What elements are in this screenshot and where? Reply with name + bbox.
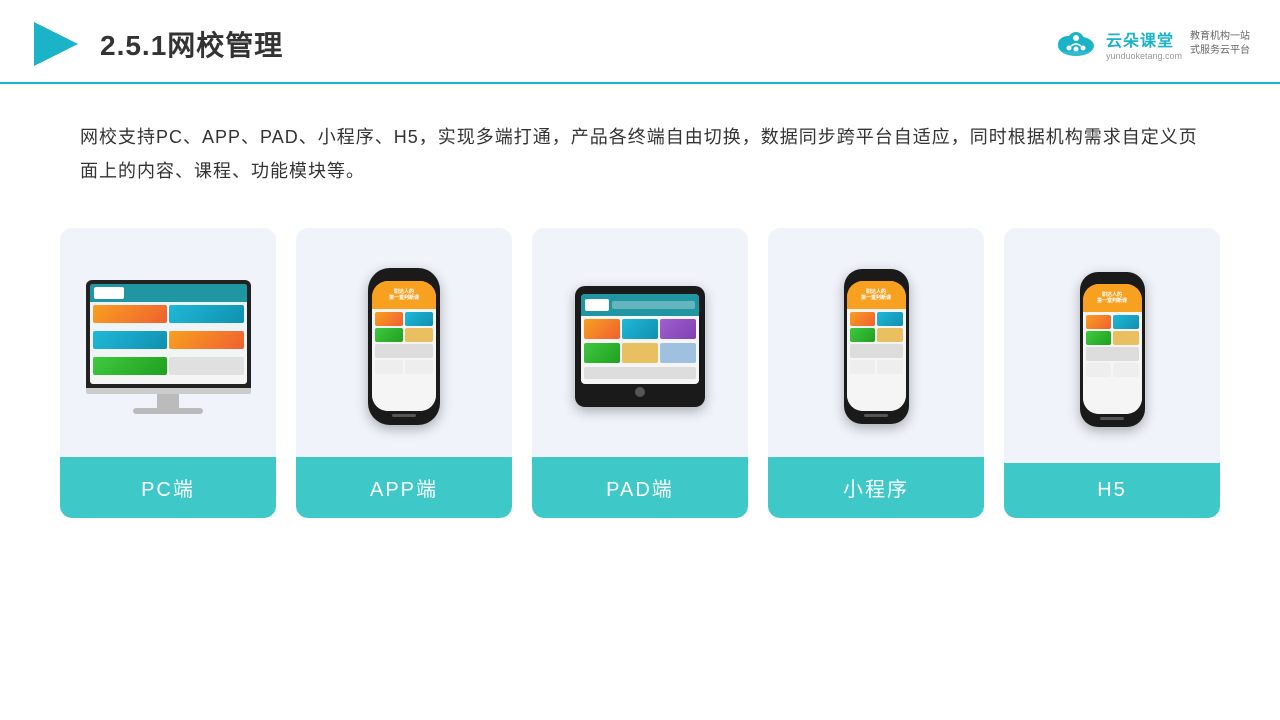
app-image-area: 职达人的第一堂判断课 <box>296 228 512 457</box>
pc-image-area <box>60 228 276 457</box>
h5-image-area: 职达人的第一堂判断课 <box>1004 228 1220 463</box>
h5-phone-screen: 职达人的第一堂判断课 <box>1083 284 1142 414</box>
h5-phone-mockup: 职达人的第一堂判断课 <box>1080 272 1145 427</box>
pad-label: PAD端 <box>532 457 748 518</box>
pc-monitor <box>86 280 251 414</box>
mini-phone-outer: 职达人的第一堂判断课 <box>844 269 909 424</box>
header: 2.5.1网校管理 云朵课堂 yunduoketang.com 教育机构一站 <box>0 0 1280 84</box>
app-phone-mockup: 职达人的第一堂判断课 <box>368 268 440 425</box>
monitor-screen <box>90 284 247 384</box>
pc-card: PC端 <box>60 228 276 518</box>
mini-label: 小程序 <box>768 457 984 518</box>
pad-tablet-outer <box>575 286 705 407</box>
pad-card: PAD端 <box>532 228 748 518</box>
phone-home-indicator <box>392 414 416 417</box>
app-phone-screen: 职达人的第一堂判断课 <box>372 281 436 411</box>
header-left: 2.5.1网校管理 <box>30 18 283 70</box>
brand-name: 云朵课堂 <box>1106 27 1174 51</box>
pc-label: PC端 <box>60 457 276 518</box>
app-phone-outer: 职达人的第一堂判断课 <box>368 268 440 425</box>
description-text: 网校支持PC、APP、PAD、小程序、H5，实现多端打通，产品各终端自由切换，数… <box>80 127 1198 181</box>
mini-notch <box>866 274 886 279</box>
h5-home-indicator <box>1100 417 1124 420</box>
h5-label: H5 <box>1004 463 1220 518</box>
mini-image-area: 职达人的第一堂判断课 <box>768 228 984 457</box>
mini-home-indicator <box>864 414 888 417</box>
app-label: APP端 <box>296 457 512 518</box>
h5-notch <box>1102 277 1122 282</box>
tablet-home-btn <box>635 387 645 397</box>
phone-notch <box>392 274 416 279</box>
brand-slogan: 教育机构一站 式服务云平台 <box>1190 30 1250 58</box>
h5-phone-outer: 职达人的第一堂判断课 <box>1080 272 1145 427</box>
logo-icon <box>30 18 82 70</box>
mini-card: 职达人的第一堂判断课 <box>768 228 984 518</box>
pad-tablet-mockup <box>575 286 705 407</box>
mini-phone-mockup: 职达人的第一堂判断课 <box>844 269 909 424</box>
mini-phone-screen: 职达人的第一堂判断课 <box>847 281 906 411</box>
brand-text: 云朵课堂 yunduoketang.com <box>1106 27 1182 61</box>
monitor-screen-wrapper <box>86 280 251 388</box>
description: 网校支持PC、APP、PAD、小程序、H5，实现多端打通，产品各终端自由切换，数… <box>0 84 1280 208</box>
header-right: 云朵课堂 yunduoketang.com 教育机构一站 式服务云平台 <box>1054 27 1250 61</box>
pad-image-area <box>532 228 748 457</box>
brand-logo <box>1054 28 1098 60</box>
cloud-icon <box>1054 28 1098 60</box>
app-card: 职达人的第一堂判断课 <box>296 228 512 518</box>
pad-tablet-screen <box>581 294 699 384</box>
brand-url: yunduoketang.com <box>1106 51 1182 61</box>
cards-container: PC端 职达人的第一堂判断课 <box>0 218 1280 518</box>
page-title: 2.5.1网校管理 <box>100 24 283 64</box>
h5-card: 职达人的第一堂判断课 <box>1004 228 1220 518</box>
